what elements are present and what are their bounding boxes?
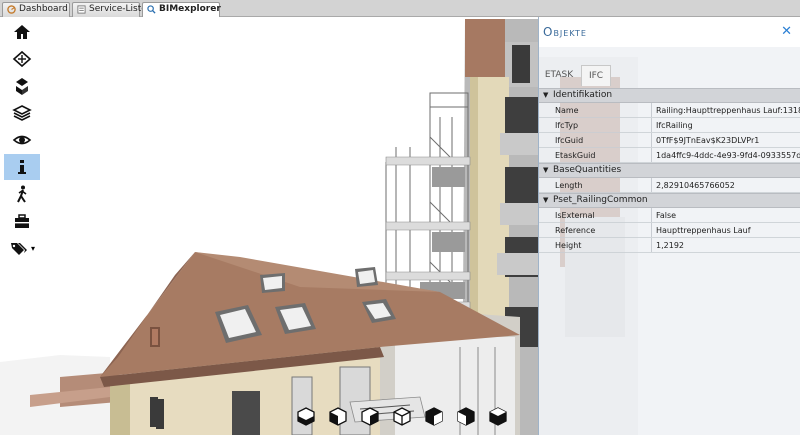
caret-down-icon: ▼ [543, 196, 549, 204]
map-button[interactable] [4, 46, 40, 72]
home-button[interactable] [4, 19, 40, 45]
property-key: IfcGuid [555, 133, 652, 147]
view-cube-toolbar [294, 404, 510, 428]
visibility-button[interactable] [4, 127, 40, 153]
info-button[interactable] [4, 154, 40, 180]
view-cube-back-icon[interactable] [486, 404, 510, 428]
property-value: 1,2192 [656, 241, 684, 250]
property-value: Haupttreppenhaus Lauf [656, 226, 751, 235]
tags-icon [10, 243, 27, 255]
tab-bar: Dashboard Service-Liste BIMexplorer [0, 0, 800, 18]
chevron-down-icon: ▾ [30, 243, 35, 253]
model-tree-button[interactable] [4, 73, 40, 99]
property-key: EtaskGuid [555, 148, 652, 162]
group-header-pset-railingcommon[interactable]: ▼ Pset_RailingCommon [539, 193, 800, 208]
property-key: Name [555, 103, 652, 117]
group-title: Identifikation [553, 90, 613, 100]
layers-icon [12, 105, 32, 121]
property-value: 1da4ffc9-4ddc-4e93-9fd4-0933557d9d4: [656, 151, 800, 160]
layers-button[interactable] [4, 100, 40, 126]
tab-dashboard[interactable]: Dashboard [2, 2, 70, 17]
caret-down-icon: ▼ [543, 166, 549, 174]
property-value: 0TfF$9JTnEav$K23DLVPr1 [656, 136, 760, 145]
property-key: Height [555, 238, 652, 252]
group-title: BaseQuantities [553, 165, 622, 175]
property-row[interactable]: IfcTyp IfcRailing [539, 118, 800, 133]
left-toolbar: ▾ [0, 17, 44, 277]
objects-panel: Objekte ✕ ETASK IFC ▼ Identifikation Name… [538, 17, 800, 435]
property-value: IfcRailing [656, 121, 693, 130]
close-icon[interactable]: ✕ [781, 24, 792, 39]
property-row[interactable]: Height 1,2192 [539, 238, 800, 253]
caret-down-icon: ▼ [543, 91, 549, 99]
property-key: Reference [555, 223, 652, 237]
panel-title: Objekte [543, 25, 587, 39]
view-cube-top-icon[interactable] [390, 404, 414, 428]
property-row[interactable]: Name Railing:Haupttreppenhaus Lauf:131888… [539, 103, 800, 118]
property-row[interactable]: IsExternal False [539, 208, 800, 223]
property-row[interactable]: Length 2,82910465766052 [539, 178, 800, 193]
tab-etask[interactable]: ETASK [539, 65, 579, 86]
tools-button[interactable] [4, 208, 40, 234]
pedestrian-icon [17, 185, 27, 203]
tab-service-liste[interactable]: Service-Liste [72, 2, 147, 17]
view-cube-bottom-icon[interactable] [294, 404, 318, 428]
panel-header: Objekte ✕ [539, 17, 800, 47]
tab-label: BIMexplorer [159, 4, 221, 14]
property-value: False [656, 211, 677, 220]
eye-icon [12, 135, 32, 145]
toolbox-icon [15, 214, 29, 228]
group-title: Pset_RailingCommon [553, 195, 648, 205]
property-value: 2,82910465766052 [656, 181, 735, 190]
tab-ifc[interactable]: IFC [581, 65, 611, 86]
view-cube-left-icon[interactable] [422, 404, 446, 428]
group-header-basequantities[interactable]: ▼ BaseQuantities [539, 163, 800, 178]
tab-label: Dashboard [19, 4, 68, 14]
walk-mode-button[interactable] [4, 181, 40, 207]
search-icon [147, 5, 156, 14]
cube-cluster-icon [16, 78, 28, 95]
view-cube-front-icon[interactable] [326, 404, 350, 428]
view-cube-iso-icon[interactable] [358, 404, 382, 428]
property-row[interactable]: Reference Haupttreppenhaus Lauf [539, 223, 800, 238]
property-key: Length [555, 178, 652, 192]
property-row[interactable]: IfcGuid 0TfF$9JTnEav$K23DLVPr1 [539, 133, 800, 148]
tab-bimexplorer[interactable]: BIMexplorer [142, 2, 221, 18]
property-row[interactable]: EtaskGuid 1da4ffc9-4ddc-4e93-9fd4-0933557… [539, 148, 800, 163]
property-key: IfcTyp [555, 118, 652, 132]
list-icon [77, 5, 86, 14]
tab-label: Service-Liste [89, 4, 147, 14]
view-cube-right-icon[interactable] [454, 404, 478, 428]
panel-tabs: ETASK IFC [539, 65, 800, 86]
property-key: IsExternal [555, 208, 652, 222]
tags-button[interactable]: ▾ [4, 235, 40, 261]
dashboard-icon [7, 5, 16, 14]
property-grid: ▼ Identifikation Name Railing:Haupttreppen… [539, 88, 800, 253]
map-icon [12, 50, 32, 68]
info-icon [18, 160, 26, 174]
property-value: Railing:Haupttreppenhaus Lauf:1318882 [656, 106, 800, 115]
group-header-identifikation[interactable]: ▼ Identifikation [539, 88, 800, 103]
home-icon [14, 25, 30, 39]
